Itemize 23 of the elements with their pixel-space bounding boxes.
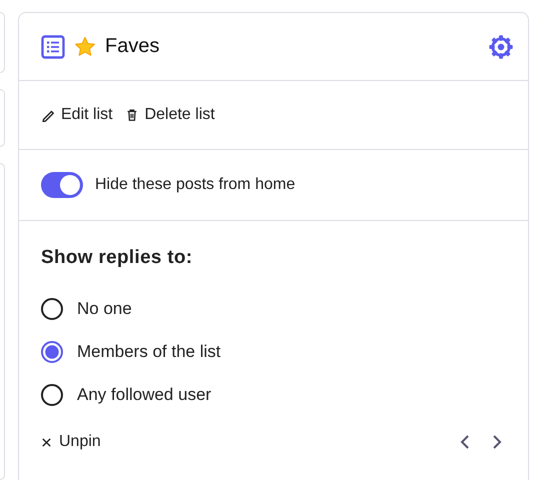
radio-button[interactable] xyxy=(41,384,63,406)
radio-label: Any followed user xyxy=(77,384,212,404)
close-icon xyxy=(41,436,52,448)
toggle-switch[interactable] xyxy=(41,172,83,198)
delete-list-button[interactable]: Delete list xyxy=(124,106,215,124)
section-heading: Show replies to: xyxy=(41,247,194,269)
chevron-right-icon xyxy=(491,434,503,450)
radio-label: Members of the list xyxy=(77,342,221,362)
radio-button[interactable] xyxy=(41,340,63,362)
side-card xyxy=(0,12,5,74)
settings-icon xyxy=(488,34,514,60)
radio-button[interactable] xyxy=(41,298,63,320)
pencil-icon xyxy=(41,108,55,122)
unpin-button[interactable]: Unpin xyxy=(41,433,101,451)
chevron-left-icon xyxy=(459,434,471,450)
list-title: Faves xyxy=(105,35,160,58)
trash-icon xyxy=(124,108,139,122)
list-icon xyxy=(41,34,65,58)
star-icon xyxy=(74,36,96,58)
radio-label: No one xyxy=(77,298,132,318)
toggle-label: Hide these posts from home xyxy=(95,176,296,194)
side-card xyxy=(0,89,5,147)
edit-list-button[interactable]: Edit list xyxy=(41,106,113,124)
